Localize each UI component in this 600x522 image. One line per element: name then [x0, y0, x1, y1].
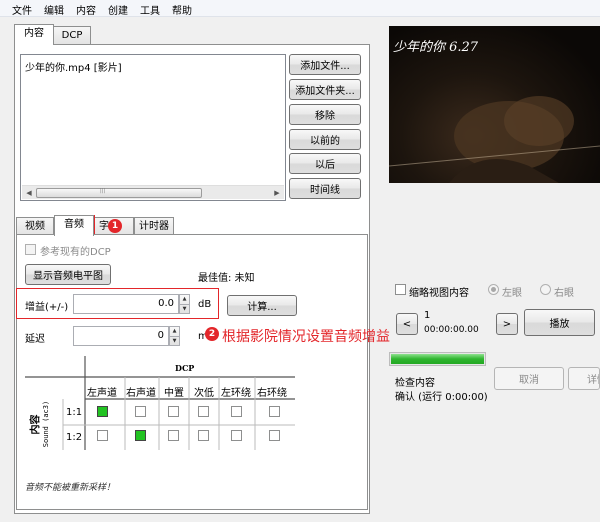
video-preview: 少年的你 6.27: [389, 26, 600, 183]
cancel-button[interactable]: 取消: [494, 367, 564, 390]
check-content-label: 检查内容: [395, 378, 435, 389]
previous-frame-button[interactable]: <: [396, 313, 418, 335]
audio-mapping-matrix: DCP 内容 Sound (ac3) 左声道 右声道 中置 次低 左环绕 右环绕…: [25, 356, 295, 450]
grip-icon: |||: [100, 188, 106, 194]
delay-stepper[interactable]: ▲ ▼: [169, 326, 180, 346]
earlier-button[interactable]: 以前的: [289, 129, 361, 150]
right-eye-label: 右眼: [554, 288, 574, 299]
timeline-button[interactable]: 时间线: [289, 178, 361, 199]
map-2-ls[interactable]: [231, 430, 242, 441]
menu-tools[interactable]: 工具: [140, 2, 160, 17]
list-item[interactable]: 少年的你.mp4 [影片]: [25, 59, 122, 74]
menu-create[interactable]: 创建: [108, 2, 128, 17]
stepper-up-icon[interactable]: ▲: [180, 295, 189, 304]
confirm-text: 确认 (运行 0:00:00): [395, 392, 488, 403]
map-2-center[interactable]: [168, 430, 179, 441]
timecode: 00:00:00.00: [424, 325, 479, 335]
scroll-thumb[interactable]: [36, 188, 202, 198]
progress-fill: [391, 354, 484, 364]
add-folder-button[interactable]: 添加文件夹...: [289, 79, 361, 100]
use-existing-dcp-checkbox[interactable]: [25, 244, 36, 255]
show-audio-levels-button[interactable]: 显示音频电平图: [25, 264, 111, 285]
tab-audio[interactable]: 音频: [54, 215, 94, 236]
outline-content-label: 缩略视图内容: [409, 288, 469, 299]
menu-content[interactable]: 内容: [76, 2, 96, 17]
details-button[interactable]: 详情: [568, 367, 600, 390]
dcp-header: DCP: [175, 363, 195, 373]
frame-number: 1: [424, 310, 431, 321]
map-2-lfe[interactable]: [198, 430, 209, 441]
menu-edit[interactable]: 编辑: [44, 2, 64, 17]
map-2-rs[interactable]: [269, 430, 280, 441]
menu-bar: 文件 编辑 内容 创建 工具 帮助: [0, 0, 600, 17]
content-list[interactable]: 少年的你.mp4 [影片] ◀ ||| ▶: [20, 54, 286, 201]
play-button[interactable]: 播放: [524, 309, 595, 336]
col-right: 右声道: [126, 388, 156, 399]
resample-note: 音频不能被重新采样！: [25, 483, 116, 493]
gain-unit: dB: [198, 299, 212, 310]
col-lfe: 次低: [194, 388, 214, 399]
map-1-ls[interactable]: [231, 406, 242, 417]
annotation-instruction: 根据影院情况设置音频增益: [222, 329, 390, 345]
best-value-label: 最佳值: 未知: [198, 273, 255, 284]
annotation-badge-1: 1: [108, 219, 122, 233]
sound-stream-label: Sound (ac3): [42, 400, 50, 448]
map-2-left[interactable]: [97, 430, 108, 441]
stepper-down-icon[interactable]: ▼: [170, 336, 179, 345]
annotation-badge-2: 2: [205, 327, 219, 341]
stepper-up-icon[interactable]: ▲: [170, 327, 179, 336]
tab-dcp[interactable]: DCP: [53, 26, 91, 45]
stepper-down-icon[interactable]: ▼: [180, 304, 189, 313]
col-left: 左声道: [87, 388, 117, 399]
later-button[interactable]: 以后: [289, 153, 361, 174]
col-center: 中置: [164, 388, 184, 399]
gain-stepper[interactable]: ▲ ▼: [179, 294, 190, 314]
horizontal-scrollbar[interactable]: ◀ ||| ▶: [22, 185, 284, 199]
use-existing-dcp-label: 参考现有的DCP: [40, 247, 111, 258]
remove-button[interactable]: 移除: [289, 104, 361, 125]
gain-input[interactable]: 0.0: [73, 294, 179, 314]
check-progress-bar: [389, 352, 486, 366]
content-header: 内容: [30, 414, 42, 435]
row-label-2: 1:2: [66, 432, 83, 443]
map-1-right[interactable]: [135, 406, 146, 417]
next-frame-button[interactable]: >: [496, 313, 518, 335]
tab-content[interactable]: 内容: [14, 24, 54, 45]
video-watermark: 少年的你 6.27: [393, 40, 479, 55]
scroll-right-icon[interactable]: ▶: [271, 187, 283, 199]
map-1-center[interactable]: [168, 406, 179, 417]
menu-file[interactable]: 文件: [12, 2, 32, 17]
menu-help[interactable]: 帮助: [172, 2, 192, 17]
left-eye-radio[interactable]: [488, 284, 499, 295]
scroll-left-icon[interactable]: ◀: [23, 187, 35, 199]
delay-input[interactable]: 0: [73, 326, 169, 346]
col-left-surround: 左环绕: [221, 388, 251, 399]
map-1-lfe[interactable]: [198, 406, 209, 417]
outline-content-checkbox[interactable]: [395, 284, 406, 295]
col-right-surround: 右环绕: [257, 388, 287, 399]
map-1-rs[interactable]: [269, 406, 280, 417]
map-2-right[interactable]: [135, 430, 146, 441]
left-eye-label: 左眼: [502, 288, 522, 299]
add-file-button[interactable]: 添加文件...: [289, 54, 361, 75]
gain-label: 增益(+/-): [25, 302, 69, 313]
calculate-button[interactable]: 计算...: [227, 295, 297, 316]
delay-label: 延迟: [25, 334, 45, 345]
map-1-left[interactable]: [97, 406, 108, 417]
right-eye-radio[interactable]: [540, 284, 551, 295]
row-label-1: 1:1: [66, 407, 83, 418]
